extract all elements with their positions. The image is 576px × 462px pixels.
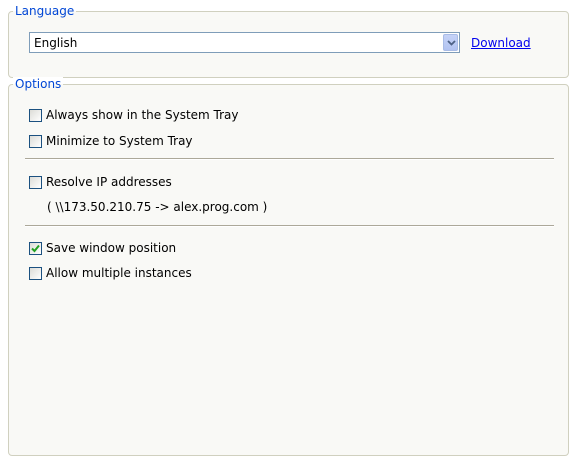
save-window-position-checkbox[interactable] xyxy=(29,241,42,255)
language-select-value: English xyxy=(34,36,78,50)
download-link[interactable]: Download xyxy=(471,36,531,50)
resolve-ip-label: Resolve IP addresses xyxy=(46,175,172,189)
resolve-ip-hint: ( \\173.50.210.75 -> alex.prog.com ) xyxy=(47,200,268,214)
resolve-ip-checkbox[interactable] xyxy=(29,175,42,189)
options-group: Options Always show in the System Tray M… xyxy=(8,77,569,456)
save-window-position-option[interactable]: Save window position xyxy=(29,240,176,256)
language-group: Language English Download xyxy=(8,4,569,78)
minimize-to-tray-label: Minimize to System Tray xyxy=(46,134,193,148)
minimize-to-tray-option[interactable]: Minimize to System Tray xyxy=(29,133,193,149)
allow-multiple-instances-checkbox[interactable] xyxy=(29,266,42,280)
chevron-down-icon[interactable] xyxy=(443,34,458,51)
options-divider xyxy=(25,158,554,160)
language-select[interactable]: English xyxy=(29,32,460,53)
always-show-tray-option[interactable]: Always show in the System Tray xyxy=(29,107,239,123)
always-show-tray-checkbox[interactable] xyxy=(29,108,42,122)
minimize-to-tray-checkbox[interactable] xyxy=(29,134,42,148)
allow-multiple-instances-label: Allow multiple instances xyxy=(46,266,192,280)
options-legend: Options xyxy=(13,77,64,91)
checkmark-icon xyxy=(31,244,40,252)
language-legend: Language xyxy=(13,4,77,18)
allow-multiple-instances-option[interactable]: Allow multiple instances xyxy=(29,265,192,281)
settings-page: Language English Download Options Always… xyxy=(0,0,576,462)
save-window-position-label: Save window position xyxy=(46,241,177,255)
always-show-tray-label: Always show in the System Tray xyxy=(46,108,239,122)
resolve-ip-option[interactable]: Resolve IP addresses xyxy=(29,174,172,190)
options-divider xyxy=(25,225,554,227)
